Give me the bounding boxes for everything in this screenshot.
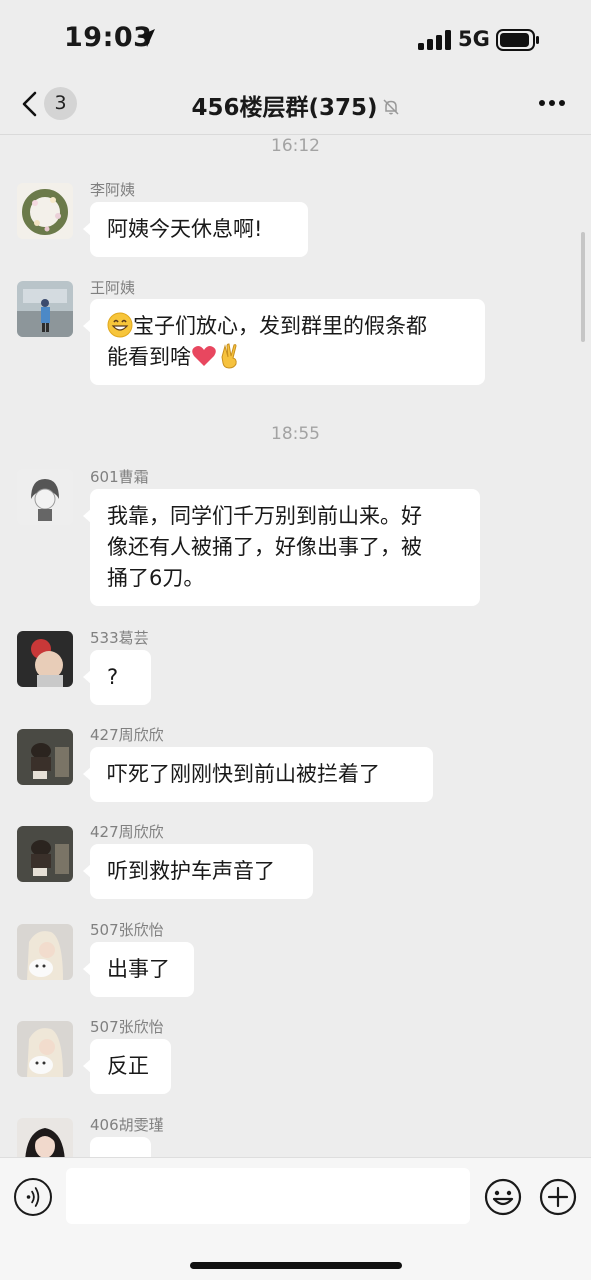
status-bar: 19:03 5G — [0, 0, 591, 80]
input-bar — [0, 1157, 591, 1280]
avatar[interactable] — [17, 469, 73, 525]
sender-name: 507张欣怡 — [90, 1018, 164, 1036]
sender-name: 533葛芸 — [90, 629, 149, 647]
sender-name: 406胡雯瑾 — [90, 1116, 164, 1134]
sender-name: 427周欣欣 — [90, 726, 164, 744]
girl-with-cat-avatar-image — [17, 1021, 73, 1077]
sender-name: 507张欣怡 — [90, 921, 164, 939]
red-heart-emoji — [192, 346, 216, 366]
message-bubble[interactable]: ? — [83, 650, 151, 705]
message-bubble[interactable]: 吓死了刚刚快到前山被拦着了 — [83, 747, 433, 802]
message-text-line: 宝子们放心，发到群里的假条都 — [133, 314, 427, 338]
battery-icon — [496, 29, 539, 51]
chat-title: 456楼层群(375) — [191, 95, 378, 121]
message-text-line: 捅了6刀。 — [107, 566, 205, 590]
cellular-signal-icon — [418, 30, 451, 50]
message-bubble[interactable]: 听到救护车声音了 — [83, 844, 313, 899]
bell-slash-icon — [382, 99, 399, 115]
sender-name: 王阿姨 — [90, 279, 136, 297]
sender-name: 601曹霜 — [90, 468, 149, 486]
location-arrow-icon — [137, 29, 155, 47]
network-type: 5G — [458, 27, 490, 51]
grinning-face-emoji — [107, 312, 133, 338]
avatar[interactable] — [17, 1021, 73, 1077]
voice-input-icon[interactable] — [14, 1178, 52, 1216]
message-text: 吓死了刚刚快到前山被拦着了 — [107, 762, 380, 786]
avatar[interactable] — [17, 729, 73, 785]
anime-character-avatar-image — [17, 469, 73, 525]
avatar[interactable] — [17, 826, 73, 882]
message-text: 反正 — [107, 1054, 149, 1078]
pet-photo-avatar-image — [17, 826, 73, 882]
message-text: 出事了 — [107, 957, 170, 981]
message-text: 阿姨今天休息啊! — [107, 217, 263, 241]
home-indicator — [190, 1262, 402, 1269]
sender-name: 李阿姨 — [90, 181, 136, 199]
time-divider: 18:55 — [271, 424, 320, 444]
sender-name: 427周欣欣 — [90, 823, 164, 841]
message-text: 听到救护车声音了 — [107, 859, 275, 883]
message-bubble[interactable]: 我靠，同学们千万别到前山来。好 像还有人被捅了，好像出事了，被 捅了6刀。 — [83, 489, 480, 606]
message-bubble[interactable]: 宝子们放心，发到群里的假条都 能看到啥 — [83, 299, 485, 385]
time-divider: 16:12 — [271, 136, 320, 156]
pet-photo-avatar-image — [17, 729, 73, 785]
baby-photo-avatar-image — [17, 631, 73, 687]
avatar[interactable] — [17, 183, 73, 239]
chat-title-wrap: 456楼层群(375) — [0, 88, 591, 122]
avatar[interactable] — [17, 631, 73, 687]
message-text-line: 我靠，同学们千万别到前山来。好 — [107, 504, 422, 528]
message-input[interactable] — [66, 1168, 470, 1224]
girl-with-cat-avatar-image — [17, 924, 73, 980]
victory-hand-emoji — [221, 343, 237, 369]
wreath-avatar-image — [17, 183, 73, 239]
chat-header: 3 456楼层群(375) — [0, 80, 591, 135]
child-photo-avatar-image — [17, 281, 73, 337]
message-bubble[interactable]: 出事了 — [83, 942, 194, 997]
smiley-face-icon[interactable] — [484, 1178, 522, 1216]
more-dots-icon[interactable] — [538, 99, 566, 107]
avatar[interactable] — [17, 281, 73, 337]
message-text: ? — [107, 665, 119, 689]
message-bubble[interactable]: 反正 — [83, 1039, 171, 1094]
avatar[interactable] — [17, 924, 73, 980]
message-text-line: 能看到啥 — [107, 345, 191, 369]
message-bubble[interactable]: 阿姨今天休息啊! — [83, 202, 308, 257]
scrollbar-thumb[interactable] — [581, 232, 585, 342]
plus-circle-icon[interactable] — [539, 1178, 577, 1216]
message-text-line: 像还有人被捅了，好像出事了，被 — [107, 535, 422, 559]
